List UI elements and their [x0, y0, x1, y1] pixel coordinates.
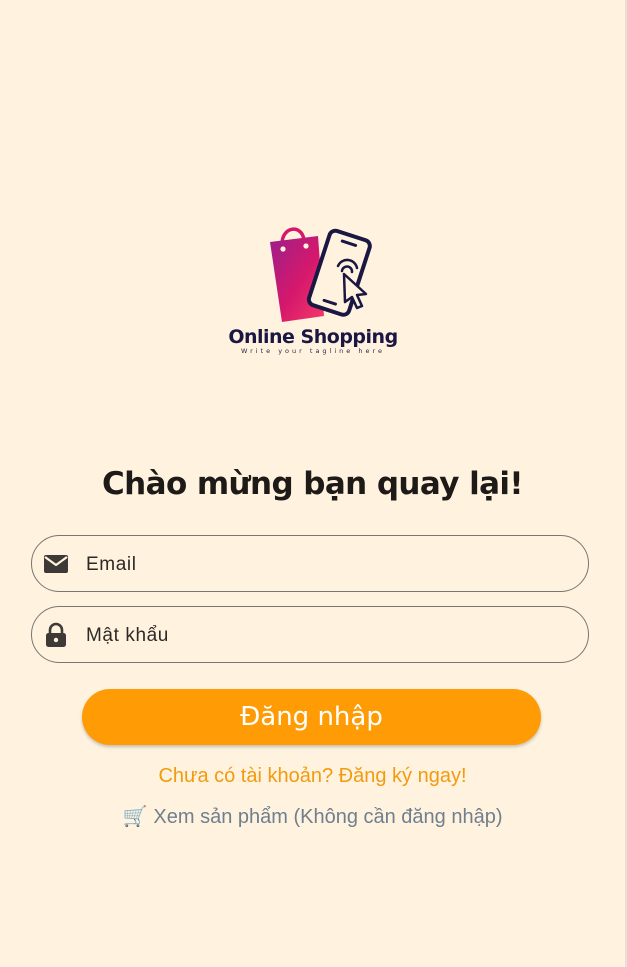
login-button[interactable]: Đăng nhập [82, 689, 541, 745]
shopping-bag-phone-icon [270, 227, 372, 322]
password-field[interactable]: Mật khẩu [31, 606, 589, 663]
browse-products-link[interactable]: 🛒 Xem sản phẩm (Không cần đăng nhập) [0, 804, 625, 829]
email-field-label: Email [86, 554, 137, 575]
browse-products-label: Xem sản phẩm (Không cần đăng nhập) [153, 806, 503, 828]
logo-tagline: Write your tagline here [240, 347, 385, 355]
mail-icon [44, 555, 68, 573]
logo-title: Online Shopping [228, 326, 398, 348]
signup-link[interactable]: Chưa có tài khoản? Đăng ký ngay! [0, 765, 625, 788]
lock-icon [46, 622, 66, 647]
cart-icon: 🛒 [122, 806, 148, 828]
email-field[interactable]: Email [31, 535, 589, 592]
password-field-label: Mật khẩu [86, 625, 169, 646]
welcome-heading: Chào mừng bạn quay lại! [102, 466, 524, 502]
app-logo: Online Shopping Write your tagline here [220, 222, 406, 362]
